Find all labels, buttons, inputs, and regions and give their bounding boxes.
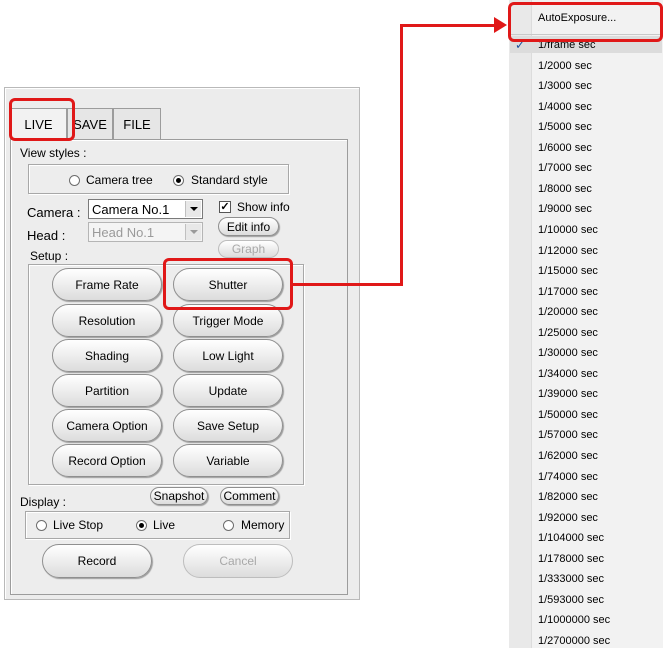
partition-label: Partition — [84, 383, 130, 398]
shutter-menu-item[interactable]: 1/3000 sec — [538, 80, 592, 92]
record-option-label: Record Option — [68, 453, 146, 468]
shutter-menu-item[interactable]: 1/6000 sec — [538, 142, 592, 154]
shutter-menu-item[interactable]: 1/8000 sec — [538, 183, 592, 195]
graph-button[interactable]: Graph — [218, 240, 279, 258]
comment-label: Comment — [223, 489, 276, 503]
display-label: Display : — [20, 495, 67, 509]
camera-tree-radio[interactable] — [69, 175, 80, 186]
shutter-menu-item[interactable]: 1/50000 sec — [538, 409, 598, 421]
cancel-button[interactable]: Cancel — [183, 544, 293, 578]
live-tab-highlight — [9, 98, 75, 141]
shutter-menu-item[interactable]: 1/7000 sec — [538, 162, 592, 174]
view-styles-label: View styles : — [20, 146, 87, 160]
low-light-label: Low Light — [202, 348, 254, 363]
low-light-button[interactable]: Low Light — [173, 339, 283, 372]
shutter-menu-item[interactable]: 1/178000 sec — [538, 553, 604, 565]
standard-style-radio[interactable] — [173, 175, 184, 186]
shutter-menu-item[interactable]: 1/57000 sec — [538, 429, 598, 441]
memory-radio[interactable] — [223, 520, 234, 531]
partition-button[interactable]: Partition — [52, 374, 162, 407]
connector-line-h2 — [400, 24, 498, 27]
shutter-menu-item[interactable]: 1/2000 sec — [538, 60, 592, 72]
shutter-menu-item[interactable]: 1/74000 sec — [538, 471, 598, 483]
snapshot-label: Snapshot — [153, 489, 205, 503]
shutter-menu-item[interactable]: 1/4000 sec — [538, 101, 592, 113]
shutter-menu-item[interactable]: 1/39000 sec — [538, 388, 598, 400]
camera-select-value: Camera No.1 — [92, 201, 170, 217]
live-stop-label: Live Stop — [53, 518, 104, 532]
shutter-menu-item[interactable]: 1/2700000 sec — [538, 635, 610, 647]
shutter-menu-item[interactable]: 1/1000000 sec — [538, 614, 610, 626]
shutter-menu-item[interactable]: 1/9000 sec — [538, 203, 592, 215]
camera-select[interactable]: Camera No.1 — [88, 199, 203, 219]
shutter-menu-item[interactable]: 1/10000 sec — [538, 224, 598, 236]
chevron-down-icon — [185, 224, 201, 240]
shutter-menu-item[interactable]: 1/593000 sec — [538, 594, 604, 606]
shading-label: Shading — [84, 348, 130, 363]
show-info-checkbox[interactable]: ✓ — [219, 201, 231, 213]
resolution-button[interactable]: Resolution — [52, 304, 162, 337]
head-label: Head : — [27, 228, 66, 243]
variable-button[interactable]: Variable — [173, 444, 283, 477]
arrow-head-icon — [494, 17, 507, 33]
shutter-menu-item[interactable]: 1/333000 sec — [538, 573, 604, 585]
shutter-menu — [509, 0, 663, 648]
tab-save-label: SAVE — [73, 116, 107, 132]
record-option-button[interactable]: Record Option — [52, 444, 162, 477]
show-info-checkmark: ✓ — [220, 201, 230, 213]
show-info-label: Show info — [237, 200, 290, 214]
snapshot-button[interactable]: Snapshot — [150, 487, 208, 505]
live-stop-radio[interactable] — [36, 520, 47, 531]
variable-label: Variable — [206, 453, 250, 468]
shutter-menu-item[interactable]: 1/92000 sec — [538, 512, 598, 524]
shutter-menu-item[interactable]: 1/25000 sec — [538, 327, 598, 339]
frame-rate-button[interactable]: Frame Rate — [52, 268, 162, 301]
camera-tree-label: Camera tree — [86, 173, 153, 187]
tab-file[interactable]: FILE — [113, 108, 161, 139]
standard-style-label: Standard style — [191, 173, 268, 187]
live-label: Live — [153, 518, 176, 532]
connector-line-h1 — [292, 283, 403, 286]
shutter-menu-item[interactable]: 1/5000 sec — [538, 121, 592, 133]
edit-info-button[interactable]: Edit info — [218, 217, 279, 236]
shutter-menu-item[interactable]: 1/30000 sec — [538, 347, 598, 359]
head-select-value: Head No.1 — [92, 224, 155, 240]
update-label: Update — [208, 383, 248, 398]
shutter-menu-item[interactable]: 1/17000 sec — [538, 286, 598, 298]
update-button[interactable]: Update — [173, 374, 283, 407]
shutter-menu-icon-strip — [509, 0, 532, 648]
trigger-mode-label: Trigger Mode — [192, 313, 264, 328]
connector-line-v — [400, 24, 403, 286]
graph-label: Graph — [231, 242, 266, 256]
chevron-down-icon[interactable] — [185, 201, 201, 217]
memory-label: Memory — [241, 518, 285, 532]
shading-button[interactable]: Shading — [52, 339, 162, 372]
shutter-menu-item[interactable]: 1/34000 sec — [538, 368, 598, 380]
shutter-menu-item[interactable]: 1/104000 sec — [538, 532, 604, 544]
live-radio[interactable] — [136, 520, 147, 531]
camera-option-button[interactable]: Camera Option — [52, 409, 162, 442]
shutter-menu-item[interactable]: 1/12000 sec — [538, 245, 598, 257]
comment-button[interactable]: Comment — [220, 487, 279, 505]
save-setup-button[interactable]: Save Setup — [173, 409, 283, 442]
resolution-label: Resolution — [78, 313, 136, 328]
setup-label: Setup : — [30, 249, 69, 263]
shutter-menu-item[interactable]: 1/20000 sec — [538, 306, 598, 318]
tab-file-label: FILE — [123, 116, 151, 132]
cancel-label: Cancel — [219, 554, 257, 568]
record-label: Record — [77, 554, 117, 568]
shutter-menu-item[interactable]: 1/82000 sec — [538, 491, 598, 503]
save-setup-label: Save Setup — [196, 418, 260, 433]
frame-rate-label: Frame Rate — [75, 277, 139, 292]
shutter-menu-item[interactable]: 1/62000 sec — [538, 450, 598, 462]
edit-info-label: Edit info — [226, 219, 271, 234]
shutter-button-highlight — [163, 258, 293, 310]
camera-label: Camera : — [27, 205, 81, 220]
head-select[interactable]: Head No.1 — [88, 222, 203, 242]
shutter-menu-item[interactable]: 1/15000 sec — [538, 265, 598, 277]
auto-exposure-highlight — [508, 2, 663, 42]
record-button[interactable]: Record — [42, 544, 152, 578]
camera-option-label: Camera Option — [66, 418, 148, 433]
